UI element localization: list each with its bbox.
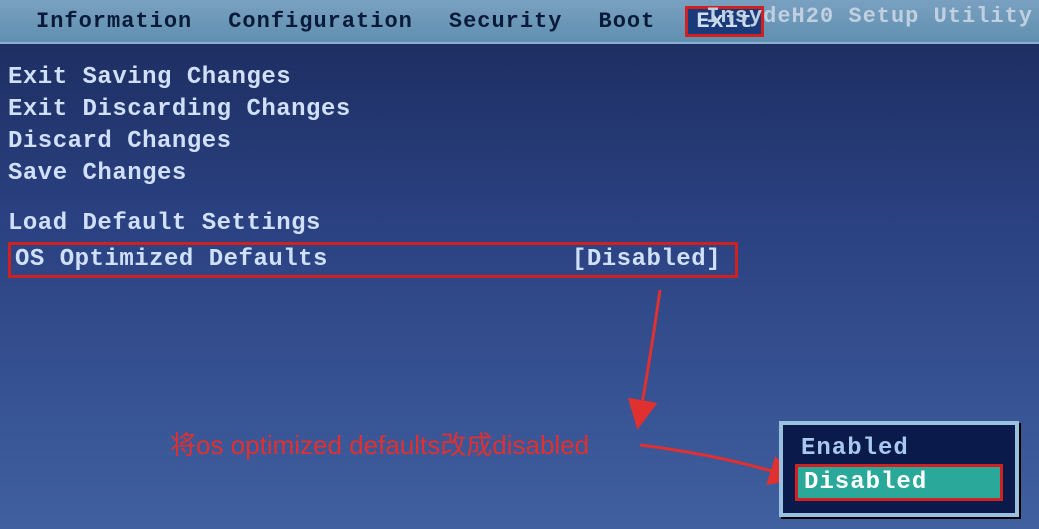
annotation-arrow-down-icon [590, 290, 690, 430]
menu-tab-information[interactable]: Information [30, 7, 198, 36]
menu-tab-boot[interactable]: Boot [593, 7, 662, 36]
utility-title: InsydeH20 Setup Utility [706, 4, 1033, 29]
annotation-text: 将os optimized defaults改成disabled [170, 425, 589, 462]
exit-menu-content: Exit Saving Changes Exit Discarding Chan… [0, 44, 1039, 278]
menu-item-save-changes[interactable]: Save Changes [8, 158, 1031, 190]
menu-tab-security[interactable]: Security [443, 7, 569, 36]
popup-option-enabled[interactable]: Enabled [795, 433, 1003, 464]
annotation-arrow-right-icon [640, 435, 800, 495]
menu-item-discard-changes[interactable]: Discard Changes [8, 126, 1031, 158]
os-optimized-label: OS Optimized Defaults [15, 245, 328, 275]
menu-item-exit-saving[interactable]: Exit Saving Changes [8, 62, 1031, 94]
menu-item-os-optimized-defaults[interactable]: OS Optimized Defaults [Disabled] [8, 242, 738, 278]
os-optimized-value: [Disabled] [572, 245, 721, 275]
menu-item-load-defaults[interactable]: Load Default Settings [8, 208, 1031, 240]
option-popup: Enabled Disabled [779, 421, 1019, 517]
popup-option-disabled[interactable]: Disabled [795, 464, 1003, 501]
menu-tab-configuration[interactable]: Configuration [222, 7, 419, 36]
menu-item-exit-discarding[interactable]: Exit Discarding Changes [8, 94, 1031, 126]
